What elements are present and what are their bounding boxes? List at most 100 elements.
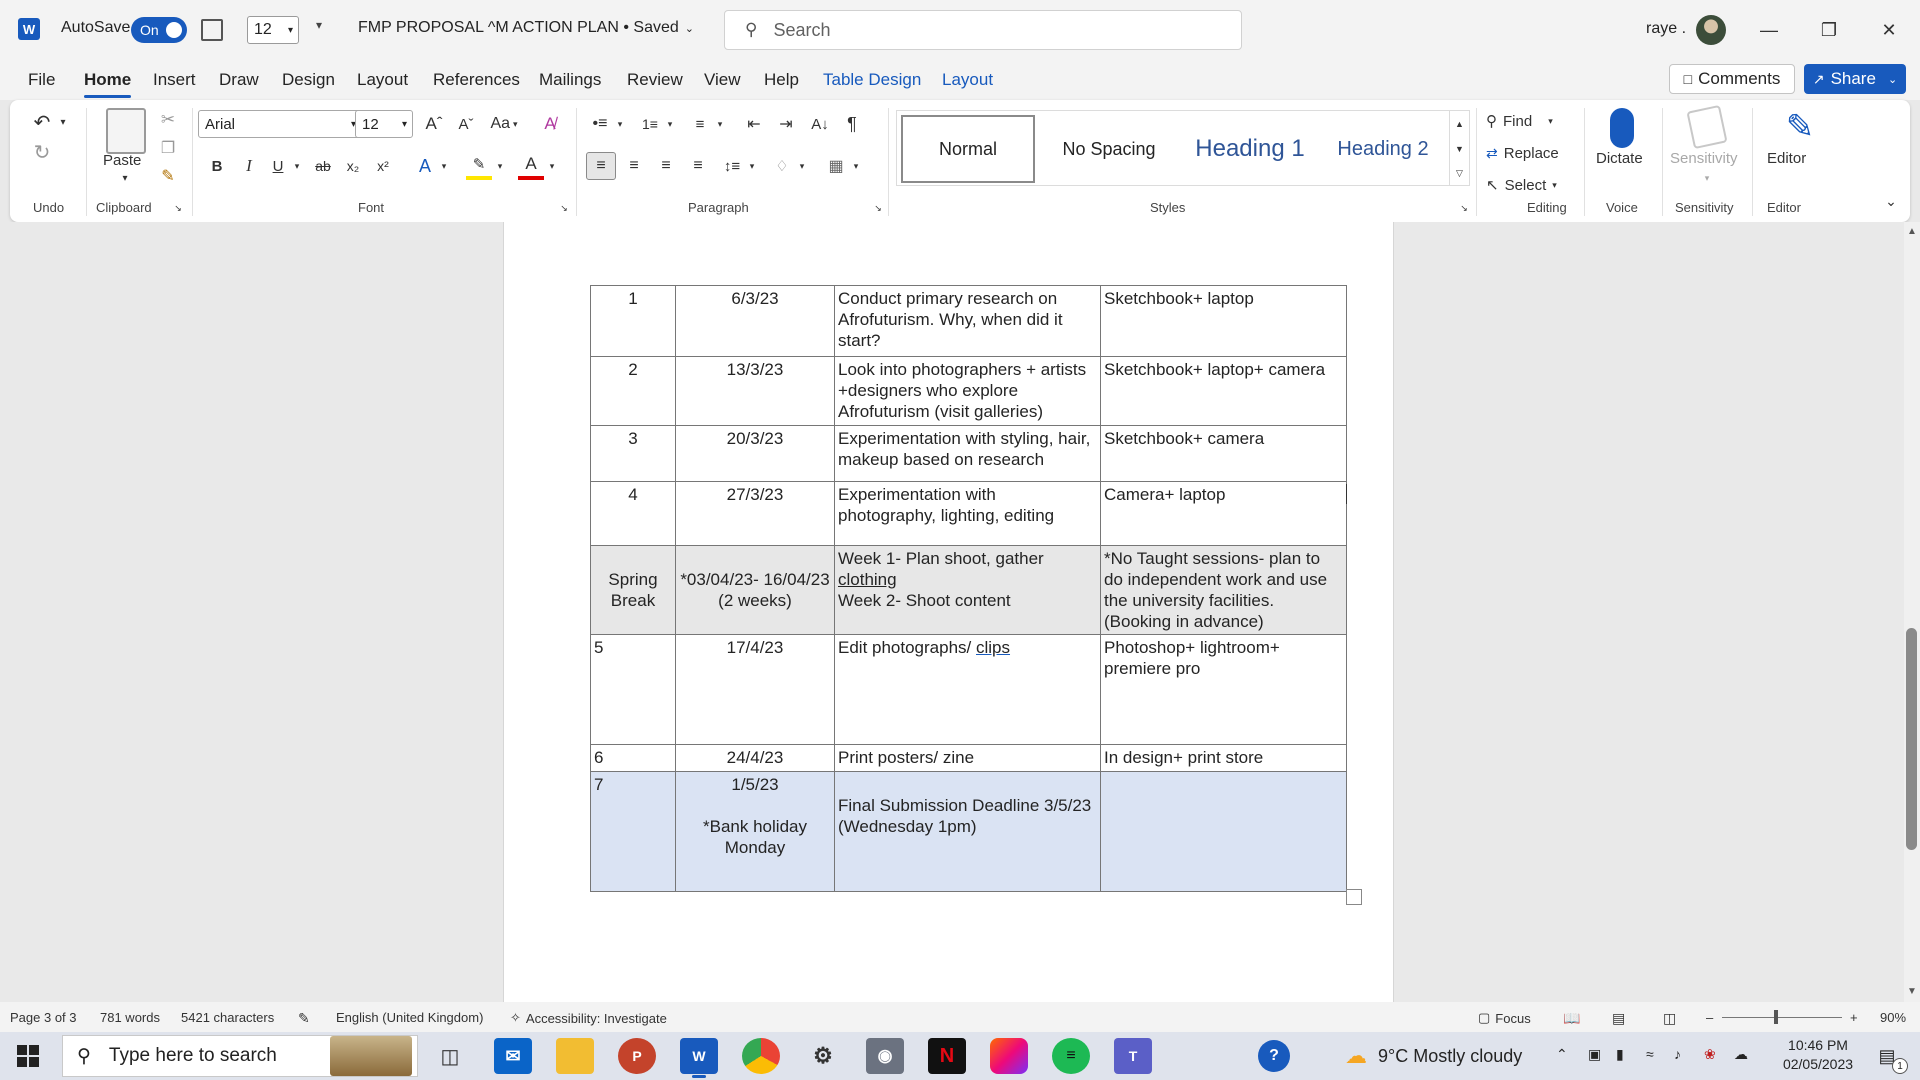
vertical-scrollbar[interactable]: ▲ ▼ [1904, 222, 1920, 1002]
resources-cell[interactable]: *No Taught sessions- plan to do independ… [1100, 545, 1347, 635]
scroll-down-icon[interactable]: ▼ [1907, 986, 1917, 997]
tab-view[interactable]: View [704, 70, 741, 90]
tab-home[interactable]: Home [84, 70, 132, 98]
editor-pen-icon[interactable]: ✎ [1780, 106, 1820, 148]
task-view-icon[interactable]: ◫ [434, 1040, 466, 1072]
date-cell[interactable]: *03/04/23- 16/04/23 (2 weeks) [675, 545, 835, 635]
action-plan-table[interactable]: 1 6/3/23 Conduct primary research on Afr… [590, 285, 1347, 892]
tab-table-layout[interactable]: Layout [942, 70, 993, 90]
superscript-icon[interactable]: x² [370, 152, 396, 180]
shading-dropdown-icon[interactable]: ▾ [796, 152, 808, 180]
copy-icon[interactable]: ❐ [156, 136, 180, 160]
align-right-icon[interactable]: ≡ [652, 152, 680, 180]
text-effects-dropdown-icon[interactable]: ▾ [438, 152, 450, 180]
week-cell[interactable]: 5 [590, 634, 676, 745]
file-explorer-icon[interactable] [556, 1038, 594, 1074]
focus-button[interactable]: ▢ Focus [1478, 1010, 1531, 1026]
share-button[interactable]: ↗ Share ⌄ [1804, 64, 1906, 94]
paste-dropdown-icon[interactable]: ▾ [118, 172, 132, 184]
format-painter-icon[interactable]: ✎ [156, 164, 180, 188]
dictate-label[interactable]: Dictate [1596, 150, 1643, 167]
zoom-level[interactable]: 90% [1880, 1010, 1906, 1025]
date-cell[interactable]: 17/4/23 [675, 634, 835, 745]
resources-cell[interactable]: Camera+ laptop [1100, 481, 1347, 546]
font-size-select[interactable]: 12 ▾ [355, 110, 413, 138]
scrollbar-thumb[interactable] [1906, 628, 1917, 850]
bullets-icon[interactable]: •≡ [586, 110, 614, 138]
grow-font-icon[interactable]: Aˆ [420, 110, 448, 138]
netflix-icon[interactable]: N [928, 1038, 966, 1074]
show-hidden-icons-icon[interactable]: ⌃ [1556, 1046, 1568, 1063]
task-cell[interactable]: Final Submission Deadline 3/5/23 (Wednes… [834, 771, 1101, 892]
tab-file[interactable]: File [28, 70, 55, 90]
tab-references[interactable]: References [433, 70, 520, 90]
subscript-icon[interactable]: x₂ [340, 152, 366, 180]
font-color-dropdown-icon[interactable]: ▾ [546, 152, 558, 180]
zoom-in-icon[interactable]: + [1850, 1010, 1858, 1025]
line-spacing-icon[interactable]: ↕≡ [718, 152, 746, 180]
zoom-slider[interactable] [1722, 1017, 1842, 1018]
quick-font-size-select[interactable]: 12 ▾ [247, 16, 299, 44]
borders-dropdown-icon[interactable]: ▾ [850, 152, 862, 180]
font-name-select[interactable]: Arial ▾ [198, 110, 362, 138]
teams-icon[interactable]: T [1114, 1038, 1152, 1074]
undo-icon[interactable]: ↶ [28, 108, 56, 136]
week-cell[interactable]: 6 [590, 744, 676, 772]
word-taskbar-icon[interactable]: W [680, 1038, 718, 1078]
clock[interactable]: 10:46 PM 02/05/2023 [1768, 1036, 1868, 1074]
multilevel-dropdown-icon[interactable]: ▾ [714, 110, 726, 138]
highlight-icon[interactable]: ✎ [466, 152, 492, 180]
borders-icon[interactable]: ▦ [822, 152, 850, 180]
save-icon[interactable] [201, 19, 223, 41]
tab-draw[interactable]: Draw [219, 70, 259, 90]
week-cell[interactable]: 4 [590, 481, 676, 546]
page-count[interactable]: Page 3 of 3 [10, 1010, 77, 1025]
redo-icon[interactable]: ↻ [28, 138, 56, 166]
camera-icon[interactable]: ◉ [866, 1038, 904, 1074]
multilevel-list-icon[interactable]: ≡ [686, 110, 714, 138]
avatar[interactable] [1696, 15, 1726, 45]
style-normal[interactable]: Normal [901, 115, 1035, 183]
onedrive-icon[interactable]: ☁ [1734, 1046, 1748, 1063]
underline-dropdown-icon[interactable]: ▾ [290, 152, 304, 180]
table-resize-handle[interactable] [1346, 889, 1362, 905]
date-cell[interactable]: 20/3/23 [675, 425, 835, 482]
styles-scroll-up-icon[interactable]: ▲ [1449, 111, 1469, 136]
week-cell[interactable]: Spring Break [590, 545, 676, 635]
show-formatting-icon[interactable]: ¶ [838, 110, 866, 138]
resources-cell[interactable]: Photoshop+ lightroom+ premiere pro [1100, 634, 1347, 745]
tray-app-icon[interactable]: ❀ [1704, 1046, 1716, 1063]
document-title[interactable]: FMP PROPOSAL ^M ACTION PLAN • Saved ⌄ [358, 19, 694, 37]
tab-mailings[interactable]: Mailings [539, 70, 601, 90]
tray-meet-icon[interactable]: ▣ [1588, 1046, 1601, 1063]
resources-cell[interactable]: Sketchbook+ laptop+ camera [1100, 356, 1347, 426]
highlight-dropdown-icon[interactable]: ▾ [494, 152, 506, 180]
task-cell[interactable]: Edit photographs/ clips [834, 634, 1101, 745]
restore-icon[interactable]: ❐ [1806, 14, 1852, 46]
line-spacing-dropdown-icon[interactable]: ▾ [746, 152, 758, 180]
weather-text[interactable]: 9°C Mostly cloudy [1378, 1046, 1522, 1067]
date-cell[interactable]: 13/3/23 [675, 356, 835, 426]
windows-start-icon[interactable] [14, 1042, 42, 1070]
clipboard-launcher-icon[interactable]: ↘ [172, 202, 184, 214]
styles-scroll-down-icon[interactable]: ▼ [1449, 136, 1469, 161]
style-no-spacing[interactable]: No Spacing [1041, 115, 1177, 183]
paste-icon[interactable] [106, 108, 146, 154]
bullets-dropdown-icon[interactable]: ▾ [614, 110, 626, 138]
help-icon[interactable]: ? [1258, 1040, 1290, 1072]
customize-quick-access-icon[interactable]: ▾ [316, 18, 322, 32]
date-cell[interactable]: 27/3/23 [675, 481, 835, 546]
task-cell[interactable]: Look into photographers + artists +desig… [834, 356, 1101, 426]
read-mode-icon[interactable]: 📖 [1563, 1010, 1580, 1027]
numbering-icon[interactable]: 1≡ [636, 110, 664, 138]
text-effects-icon[interactable]: A [412, 152, 438, 180]
bold-icon[interactable]: B [204, 152, 230, 180]
tab-design[interactable]: Design [282, 70, 335, 90]
sort-icon[interactable]: A↓ [806, 110, 834, 138]
print-layout-icon[interactable]: ▤ [1612, 1010, 1625, 1027]
resources-cell[interactable]: In design+ print store [1100, 744, 1347, 772]
styles-launcher-icon[interactable]: ↘ [1458, 202, 1470, 214]
collapse-ribbon-icon[interactable]: ⌄ [1882, 192, 1900, 210]
microphone-icon[interactable] [1610, 108, 1634, 148]
align-center-icon[interactable]: ≡ [620, 152, 648, 180]
